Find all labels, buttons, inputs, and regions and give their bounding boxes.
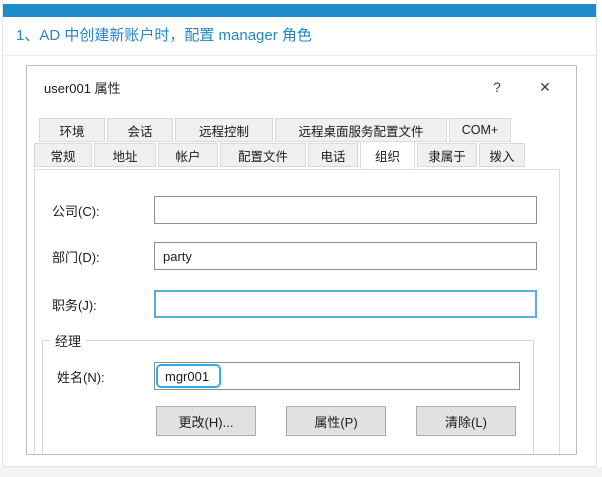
dialog-title: user001 属性	[44, 78, 121, 97]
accent-bar	[3, 4, 596, 17]
tab-profile[interactable]: 配置文件	[220, 143, 306, 167]
company-label: 公司(C):	[52, 201, 154, 220]
tab-telephones[interactable]: 电话	[308, 143, 358, 167]
department-label: 部门(D):	[52, 247, 154, 266]
tab-general[interactable]: 常规	[34, 143, 92, 167]
manager-group-legend: 经理	[50, 331, 86, 350]
titlebar-controls: ? ✕	[486, 76, 556, 98]
tab-dial-in[interactable]: 拨入	[479, 143, 525, 167]
tab-com-plus[interactable]: COM+	[449, 118, 511, 142]
job-title-field-row: 职务(J):	[52, 290, 559, 318]
section-heading: 1、AD 中创建新账户时，配置 manager 角色	[16, 24, 312, 45]
company-field-row: 公司(C):	[52, 196, 559, 224]
tab-rds-profile[interactable]: 远程桌面服务配置文件	[275, 118, 447, 142]
tab-sessions[interactable]: 会话	[107, 118, 173, 142]
manager-name-row: 姓名(N): mgr001	[57, 362, 533, 390]
manager-name-highlight: mgr001	[156, 364, 221, 388]
tab-row-2: 常规 地址 帐户 配置文件 电话 组织 隶属于 拨入	[34, 143, 576, 169]
manager-group: 经理 姓名(N): mgr001 更改(H)... 属性(P) 清除(L)	[42, 331, 534, 455]
tab-row-1: 环境 会话 远程控制 远程桌面服务配置文件 COM+	[39, 118, 576, 142]
tab-organization[interactable]: 组织	[360, 141, 415, 169]
tab-remote-control[interactable]: 远程控制	[175, 118, 273, 142]
company-input[interactable]	[154, 196, 537, 224]
tab-content-pane: 公司(C): 部门(D): 职务(J): 经理 姓名(N): mgr001	[34, 169, 560, 455]
dialog-titlebar: user001 属性 ? ✕	[27, 66, 576, 108]
help-button[interactable]: ?	[486, 76, 508, 98]
content-card: 1、AD 中创建新账户时，配置 manager 角色 user001 属性 ? …	[2, 0, 597, 467]
change-button[interactable]: 更改(H)...	[156, 406, 256, 436]
page-background-strip	[0, 467, 602, 477]
properties-dialog: user001 属性 ? ✕ 环境 会话 远程控制 远程桌面服务配置文件 COM…	[26, 65, 577, 455]
job-title-label: 职务(J):	[52, 295, 154, 314]
manager-name-input[interactable]: mgr001	[154, 362, 520, 390]
close-button[interactable]: ✕	[534, 76, 556, 98]
manager-buttons-row: 更改(H)... 属性(P) 清除(L)	[156, 406, 533, 436]
clear-button[interactable]: 清除(L)	[416, 406, 516, 436]
heading-separator	[3, 55, 596, 56]
department-input[interactable]	[154, 242, 537, 270]
department-field-row: 部门(D):	[52, 242, 559, 270]
tab-environment[interactable]: 环境	[39, 118, 105, 142]
job-title-input[interactable]	[154, 290, 537, 318]
manager-name-label: 姓名(N):	[57, 367, 154, 386]
properties-button[interactable]: 属性(P)	[286, 406, 386, 436]
tab-address[interactable]: 地址	[94, 143, 156, 167]
tab-member-of[interactable]: 隶属于	[417, 143, 477, 167]
tab-account[interactable]: 帐户	[158, 143, 218, 167]
